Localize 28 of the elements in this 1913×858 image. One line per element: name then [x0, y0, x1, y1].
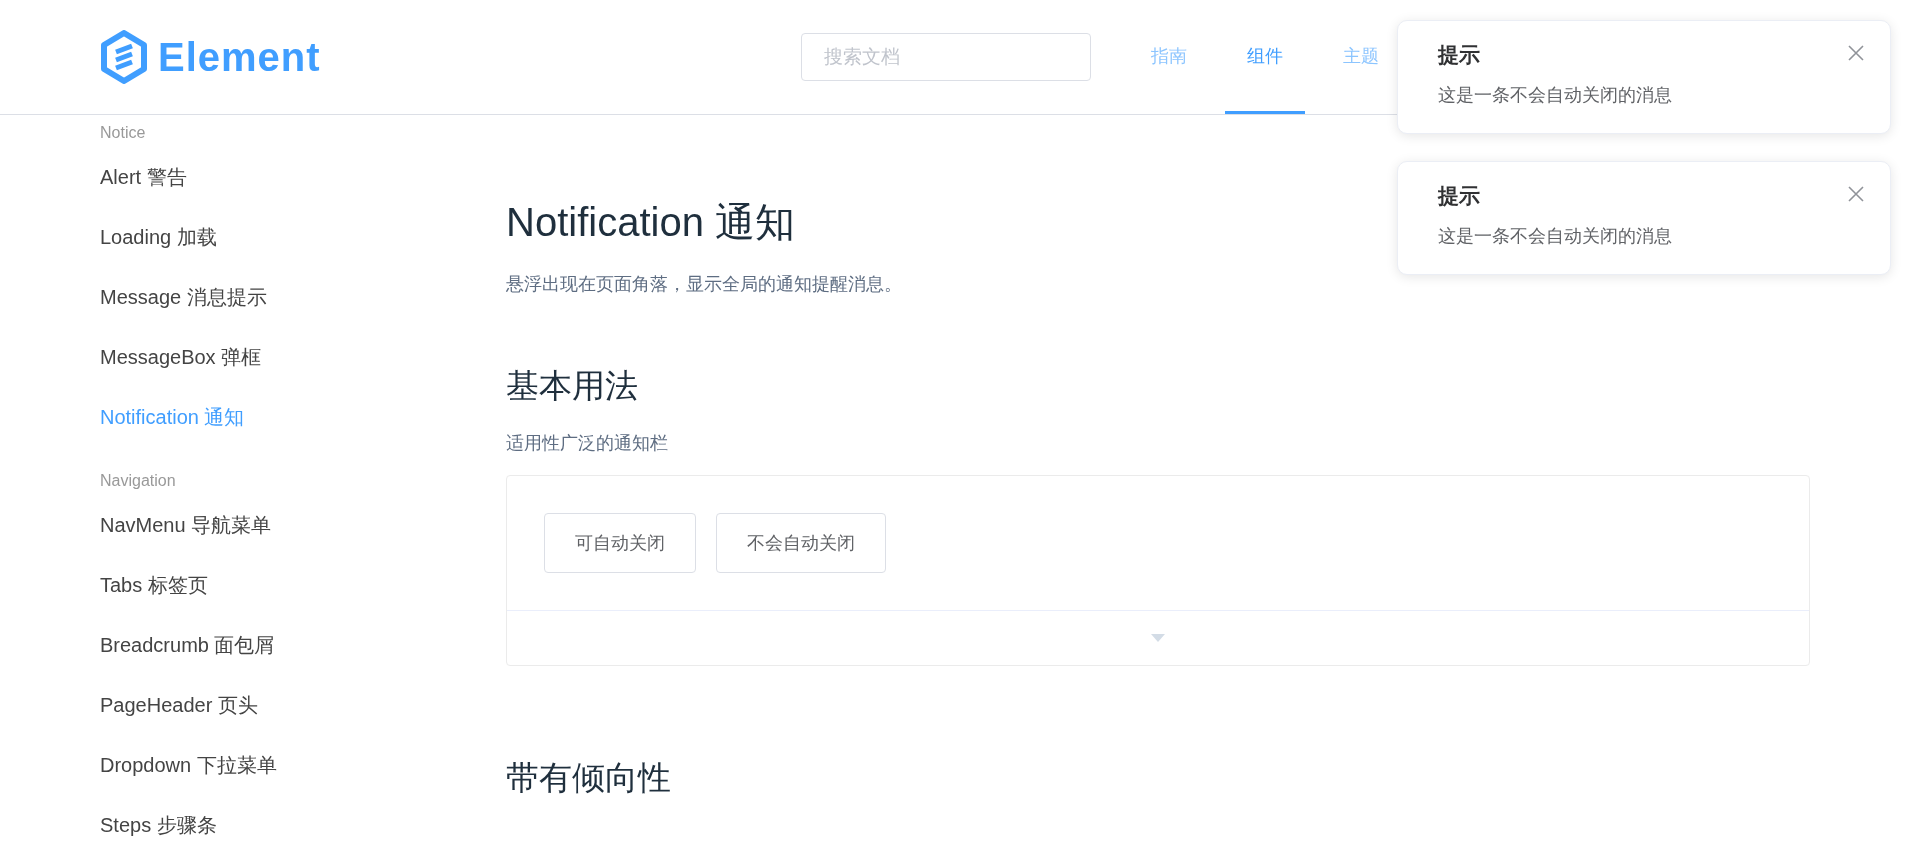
section-description: 适用性广泛的通知栏	[506, 432, 669, 455]
sidebar-item[interactable]: Message 消息提示	[100, 267, 506, 327]
sidebar-item[interactable]: Tabs 标签页	[100, 555, 506, 615]
sidebar-item[interactable]: Steps 步骤条	[100, 795, 506, 855]
notification-message: 这是一条不会自动关闭的消息	[1438, 84, 1673, 107]
sidebar-item[interactable]: Alert 警告	[100, 147, 506, 207]
sidebar-item[interactable]: Breadcrumb 面包屑	[100, 615, 506, 675]
logo-text: Element	[158, 34, 321, 80]
demo-button[interactable]: 可自动关闭	[544, 513, 696, 573]
group-title: Notice	[100, 123, 147, 143]
section-heading: 基本用法	[506, 366, 639, 406]
group-title: Navigation	[100, 471, 177, 491]
section-heading: 带有倾向性	[506, 758, 672, 798]
logo-icon	[100, 30, 148, 84]
page-description: 悬浮出现在页面角落，显示全局的通知提醒消息。	[506, 273, 903, 296]
close-icon[interactable]	[1848, 45, 1864, 61]
search-field[interactable]: 搜索文档	[800, 33, 1091, 81]
demo-button[interactable]: 不会自动关闭	[716, 513, 886, 573]
page-title: Notification 通知	[506, 199, 795, 246]
notification-title: 提示	[1438, 183, 1480, 209]
sidebar-item[interactable]: Dropdown 下拉菜单	[100, 735, 506, 795]
sidebar-item[interactable]: MessageBox 弹框	[100, 327, 506, 387]
sidebar-item[interactable]: NavMenu 导航菜单	[100, 495, 506, 555]
sidebar-item[interactable]: Loading 加载	[100, 207, 506, 267]
notification-message: 这是一条不会自动关闭的消息	[1438, 225, 1673, 248]
close-icon[interactable]	[1848, 186, 1864, 202]
notification-title: 提示	[1438, 42, 1480, 68]
sidebar-item[interactable]: PageHeader 页头	[100, 675, 506, 735]
